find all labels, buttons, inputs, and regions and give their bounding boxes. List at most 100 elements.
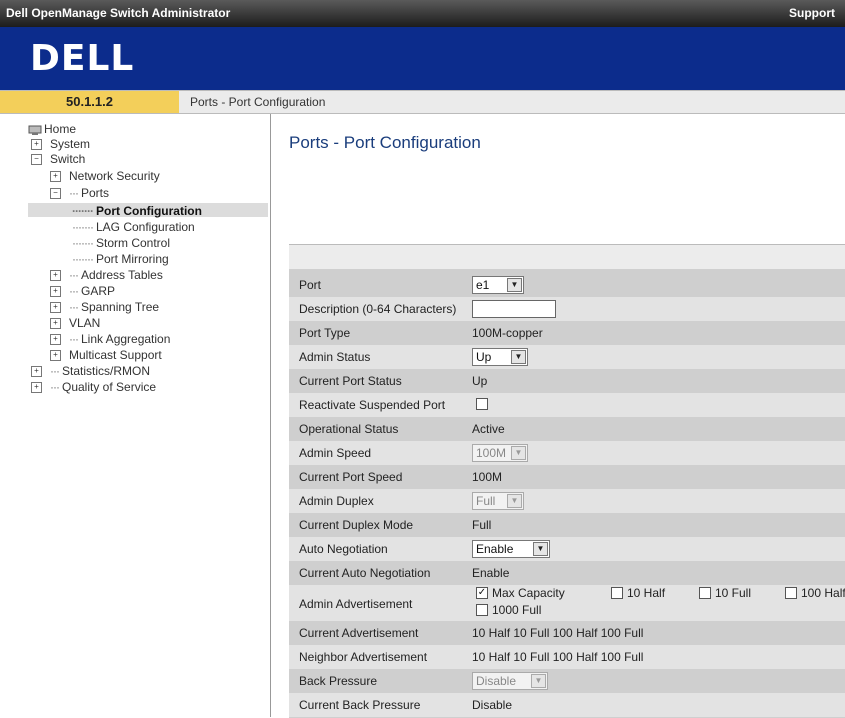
tree-item-garp[interactable]: + ··· GARP [50, 284, 115, 298]
admin-duplex-value: Full [476, 494, 496, 508]
dell-logo: DELL [30, 38, 135, 79]
expand-icon[interactable]: + [50, 334, 61, 346]
admin-status-value: Up [476, 350, 492, 364]
support-link[interactable]: Support [789, 6, 835, 20]
row-reactivate: Reactivate Suspended Port [289, 393, 845, 417]
tree-item-storm-control[interactable]: ······· Storm Control [72, 236, 170, 250]
current-port-speed-label: Current Port Speed [299, 470, 403, 484]
row-admin-advertisement: Admin Advertisement ✓ Max Capacity 10 Ha… [289, 585, 845, 621]
admin-duplex-select[interactable]: Full ▼ [472, 492, 524, 510]
tree-item-link-aggregation[interactable]: + ··· Link Aggregation [50, 332, 170, 346]
row-current-back-pressure: Current Back Pressure Disable [289, 693, 845, 717]
10-half-checkbox[interactable] [611, 587, 623, 599]
back-pressure-select[interactable]: Disable ▼ [472, 672, 548, 690]
row-operational-status: Operational Status Active [289, 417, 845, 441]
port-select-value: e1 [476, 278, 490, 292]
tree-label-system: System [50, 137, 91, 151]
operational-status-value: Active [472, 422, 505, 436]
computer-icon [28, 125, 42, 135]
tree-item-statistics-rmon[interactable]: + ··· Statistics/RMON [31, 364, 150, 378]
chevron-down-icon: ▼ [531, 674, 546, 688]
tree-item-quality-of-service[interactable]: + ··· Quality of Service [31, 380, 156, 394]
breadcrumb: Ports - Port Configuration [190, 95, 326, 109]
tree-item-multicast-support[interactable]: + Multicast Support [50, 348, 162, 362]
tree-label-port-mirroring: Port Mirroring [95, 252, 169, 266]
current-auto-negotiation-value: Enable [472, 566, 510, 580]
expand-icon[interactable]: + [50, 318, 61, 330]
tree-item-ports[interactable]: − ··· Ports [50, 186, 109, 200]
admin-status-label: Admin Status [299, 350, 371, 364]
current-port-status-label: Current Port Status [299, 374, 402, 388]
tree-label-home: Home [44, 122, 77, 136]
tree-label-garp: GARP [81, 284, 116, 298]
collapse-icon[interactable]: − [50, 188, 61, 200]
tree-item-lag-configuration[interactable]: ······· LAG Configuration [72, 220, 195, 234]
tree-item-port-mirroring[interactable]: ······· Port Mirroring [72, 252, 169, 266]
tree-item-system[interactable]: + System [31, 137, 90, 151]
description-label: Description (0-64 Characters) [299, 302, 457, 316]
expand-icon[interactable]: + [31, 382, 42, 394]
port-configuration-form: Port e1 ▼ Description (0-64 Characters) … [289, 244, 845, 718]
expand-icon[interactable]: + [50, 171, 61, 183]
tree-label-link-aggregation: Link Aggregation [81, 332, 171, 346]
row-back-pressure: Back Pressure Disable ▼ [289, 669, 845, 693]
row-current-advertisement: Current Advertisement 10 Half 10 Full 10… [289, 621, 845, 645]
description-input[interactable] [472, 300, 556, 318]
chevron-down-icon: ▼ [511, 446, 526, 460]
10-full-checkbox[interactable] [699, 587, 711, 599]
admin-speed-select[interactable]: 100M ▼ [472, 444, 528, 462]
row-port: Port e1 ▼ [289, 273, 845, 297]
tree-item-spanning-tree[interactable]: + ··· Spanning Tree [50, 300, 159, 314]
neighbor-advertisement-label: Neighbor Advertisement [299, 650, 428, 664]
app-title: Dell OpenManage Switch Administrator [6, 6, 231, 20]
expand-icon[interactable]: + [31, 139, 42, 151]
current-advertisement-label: Current Advertisement [299, 626, 419, 640]
current-port-speed-value: 100M [472, 470, 503, 484]
row-current-duplex: Current Duplex Mode Full [289, 513, 845, 537]
100-half-label: 100 Half [801, 586, 845, 600]
expand-icon[interactable]: + [31, 366, 42, 378]
expand-icon[interactable]: + [50, 350, 61, 362]
row-auto-negotiation: Auto Negotiation Enable ▼ [289, 537, 845, 561]
expand-icon[interactable]: + [50, 286, 61, 298]
row-current-port-status: Current Port Status Up [289, 369, 845, 393]
current-duplex-label: Current Duplex Mode [299, 518, 414, 532]
row-current-auto-negotiation: Current Auto Negotiation Enable [289, 561, 845, 585]
tree-item-vlan[interactable]: + VLAN [50, 316, 100, 330]
admin-speed-label: Admin Speed [299, 446, 372, 460]
tree-item-network-security[interactable]: + Network Security [50, 169, 160, 183]
1000-full-label: 1000 Full [492, 603, 542, 617]
tree-label-switch: Switch [50, 152, 86, 166]
tree-item-port-configuration[interactable]: ······· Port Configuration [72, 204, 202, 218]
admin-advertisement-label: Admin Advertisement [299, 597, 413, 611]
port-select[interactable]: e1 ▼ [472, 276, 524, 294]
page-title: Ports - Port Configuration [289, 133, 481, 152]
expand-icon[interactable]: + [50, 270, 61, 282]
address-bar: 50.1.1.2 Ports - Port Configuration [0, 90, 845, 114]
form-header [289, 245, 845, 269]
tree-item-switch[interactable]: − Switch [31, 152, 85, 166]
port-type-label: Port Type [299, 326, 351, 340]
navigation-tree: Home + System − Switch + Network Security −… [0, 114, 271, 717]
collapse-icon[interactable]: − [31, 154, 42, 166]
chevron-down-icon: ▼ [533, 542, 548, 556]
device-ip: 50.1.1.2 [0, 91, 179, 113]
tree-label-statistics-rmon: Statistics/RMON [62, 364, 151, 378]
max-capacity-checkbox[interactable]: ✓ [476, 587, 488, 599]
reactivate-checkbox[interactable] [476, 398, 488, 410]
port-type-value: 100M-copper [472, 326, 543, 340]
tree-item-address-tables[interactable]: + ··· Address Tables [50, 268, 163, 282]
1000-full-checkbox[interactable] [476, 604, 488, 616]
100-half-checkbox[interactable] [785, 587, 797, 599]
reactivate-label: Reactivate Suspended Port [299, 398, 446, 412]
tree-label-spanning-tree: Spanning Tree [81, 300, 160, 314]
current-port-status-value: Up [472, 374, 488, 388]
auto-negotiation-select[interactable]: Enable ▼ [472, 540, 550, 558]
back-pressure-label: Back Pressure [299, 674, 378, 688]
tree-label-port-configuration: Port Configuration [95, 204, 202, 218]
admin-status-select[interactable]: Up ▼ [472, 348, 528, 366]
current-duplex-value: Full [472, 518, 492, 532]
expand-icon[interactable]: + [50, 302, 61, 314]
admin-duplex-label: Admin Duplex [299, 494, 374, 508]
tree-item-home[interactable]: Home [28, 122, 76, 136]
